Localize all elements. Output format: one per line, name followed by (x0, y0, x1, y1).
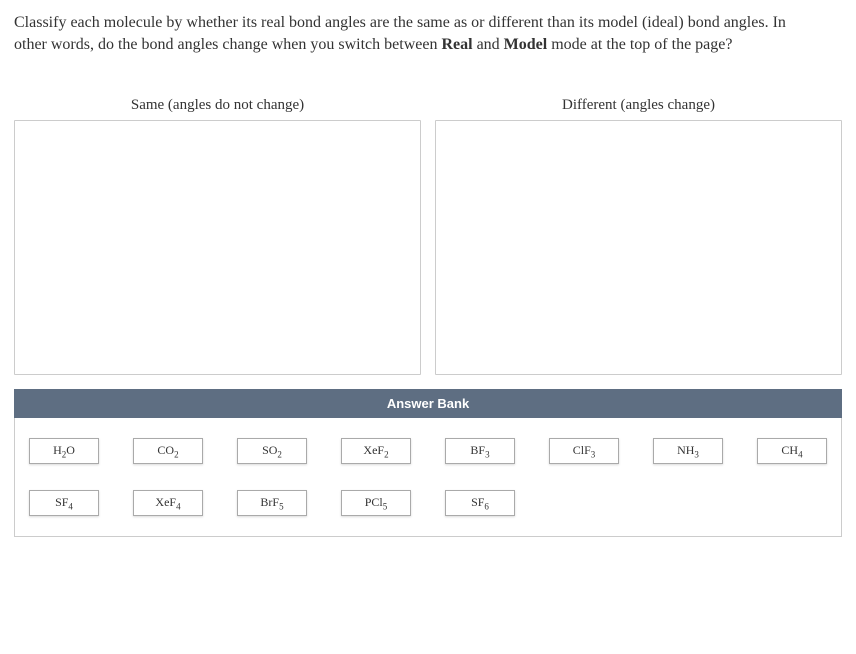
molecule-tile[interactable]: CH4 (757, 438, 827, 464)
answer-row-1: H2O CO2 SO2 XeF2 BF3 ClF3 NH3 CH4 (29, 438, 827, 464)
molecule-formula: SF4 (55, 495, 73, 510)
answer-row-2: SF4 XeF4 BrF5 PCl5 SF6 (29, 490, 827, 516)
molecule-tile[interactable]: CO2 (133, 438, 203, 464)
question-bold-model: Model (504, 36, 548, 53)
molecule-formula: SO2 (262, 443, 282, 458)
molecule-tile[interactable]: BrF5 (237, 490, 307, 516)
drop-zone-different-label: Different (angles change) (435, 97, 842, 114)
molecule-tile[interactable]: SO2 (237, 438, 307, 464)
molecule-formula: H2O (53, 443, 75, 458)
molecule-formula: ClF3 (573, 443, 596, 458)
molecule-formula: NH3 (677, 443, 699, 458)
question-line2-prefix: other words, do the bond angles change w… (14, 36, 441, 53)
molecule-tile[interactable]: ClF3 (549, 438, 619, 464)
molecule-tile[interactable]: H2O (29, 438, 99, 464)
molecule-formula: PCl5 (365, 495, 388, 510)
question-line1: Classify each molecule by whether its re… (14, 14, 786, 31)
drop-zone-same-label: Same (angles do not change) (14, 97, 421, 114)
drop-zones-container: Same (angles do not change) Different (a… (14, 97, 842, 375)
question-prompt: Classify each molecule by whether its re… (14, 12, 842, 57)
molecule-formula: CH4 (781, 443, 802, 458)
molecule-tile[interactable]: NH3 (653, 438, 723, 464)
molecule-formula: BrF5 (260, 495, 283, 510)
molecule-tile[interactable]: XeF4 (133, 490, 203, 516)
question-bold-real: Real (441, 36, 472, 53)
molecule-formula: BF3 (470, 443, 489, 458)
molecule-tile[interactable]: SF4 (29, 490, 99, 516)
molecule-tile[interactable]: PCl5 (341, 490, 411, 516)
question-mid: and (473, 36, 504, 53)
molecule-formula: XeF4 (155, 495, 180, 510)
molecule-tile[interactable]: XeF2 (341, 438, 411, 464)
drop-zone-same[interactable] (14, 120, 421, 375)
molecule-tile[interactable]: SF6 (445, 490, 515, 516)
answer-bank: H2O CO2 SO2 XeF2 BF3 ClF3 NH3 CH4 SF4 XeF4 BrF5 PC… (14, 418, 842, 537)
drop-zone-different[interactable] (435, 120, 842, 375)
molecule-formula: XeF2 (363, 443, 388, 458)
question-line2-suffix: mode at the top of the page? (547, 36, 732, 53)
answer-bank-header: Answer Bank (14, 389, 842, 418)
molecule-formula: SF6 (471, 495, 489, 510)
drop-zone-different-wrapper: Different (angles change) (435, 97, 842, 375)
molecule-tile[interactable]: BF3 (445, 438, 515, 464)
drop-zone-same-wrapper: Same (angles do not change) (14, 97, 421, 375)
molecule-formula: CO2 (157, 443, 178, 458)
